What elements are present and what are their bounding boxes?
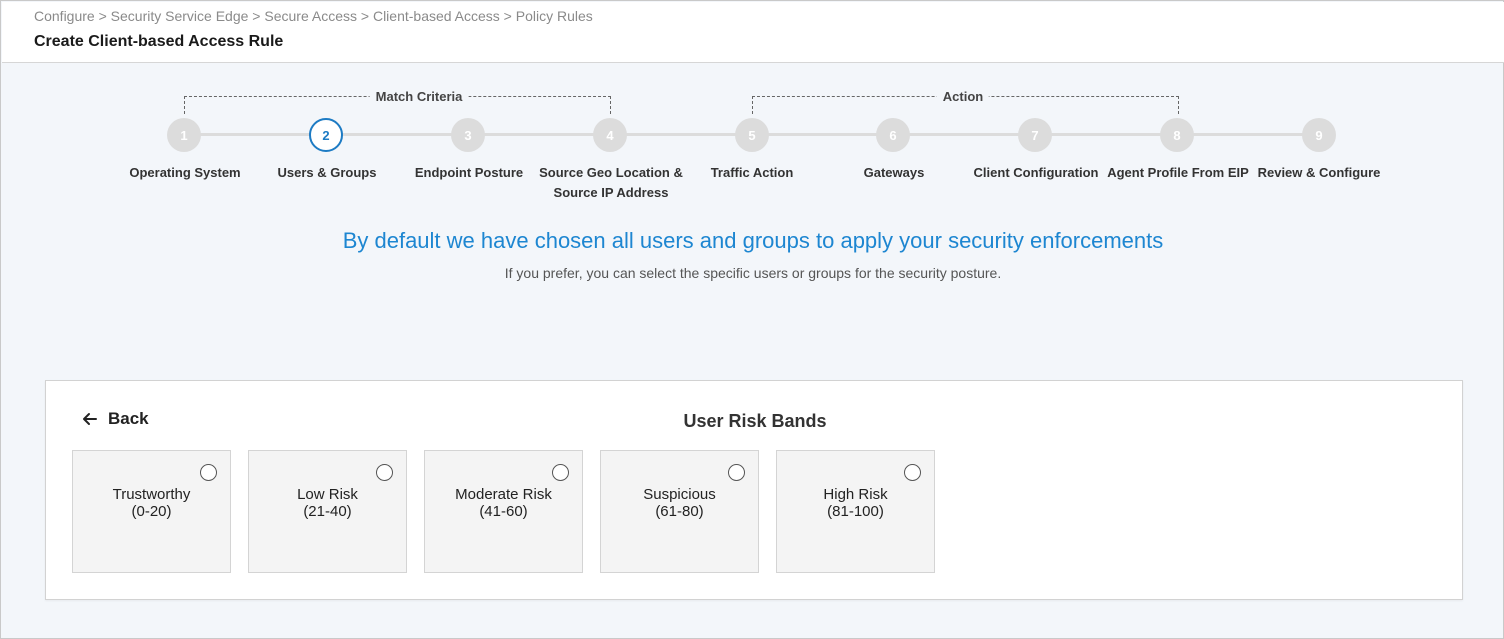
step-1-circle[interactable]: 1 [167,118,201,152]
radio-unselected-icon[interactable] [376,464,393,481]
risk-band-range: (41-60) [479,503,528,520]
step-4-circle[interactable]: 4 [593,118,627,152]
radio-unselected-icon[interactable] [200,464,217,481]
group-bracket-tick [610,96,611,114]
breadcrumb-security-service-edge[interactable]: Security Service Edge [111,8,249,24]
risk-band-range: (0-20) [131,503,172,520]
risk-band-name: High Risk [823,486,888,503]
group-label-action: Action [936,89,990,104]
risk-band-name: Suspicious [643,486,716,503]
risk-band-card-suspicious[interactable]: Suspicious (61-80) [600,450,759,573]
default-selection-headline: By default we have chosen all users and … [342,228,1164,253]
breadcrumb-separator: > [499,8,516,24]
step-7-label: Client Configuration [973,165,1099,180]
step-2-circle[interactable]: 2 [309,118,343,152]
step-6-label: Gateways [863,165,925,180]
step-7-circle[interactable]: 7 [1018,118,1052,152]
wizard-stepper: Match Criteria Action 1 2 3 4 5 6 7 8 9 … [1,63,1504,213]
radio-unselected-icon[interactable] [552,464,569,481]
risk-band-card-high-risk[interactable]: High Risk (81-100) [776,450,935,573]
risk-band-text: Low Risk (21-40) [249,486,406,520]
page-header: Configure > Security Service Edge > Secu… [2,2,1504,63]
breadcrumb-separator: > [356,8,373,24]
step-6-circle[interactable]: 6 [876,118,910,152]
group-bracket-tick [1178,96,1179,114]
step-5-circle[interactable]: 5 [735,118,769,152]
group-bracket-tick [752,96,753,114]
step-3-label: Endpoint Posture [414,165,524,180]
breadcrumb-secure-access[interactable]: Secure Access [264,8,357,24]
app-frame: Configure > Security Service Edge > Secu… [0,0,1504,639]
step-8-label: Agent Profile From EIP [1107,165,1249,180]
step-5-label: Traffic Action [710,165,794,180]
breadcrumb: Configure > Security Service Edge > Secu… [34,8,593,24]
step-4-label: Source Geo Location & Source IP Address [539,165,683,200]
risk-band-name: Moderate Risk [455,486,552,503]
step-3-circle[interactable]: 3 [451,118,485,152]
risk-band-text: Trustworthy (0-20) [73,486,230,520]
risk-band-card-low-risk[interactable]: Low Risk (21-40) [248,450,407,573]
breadcrumb-separator: > [94,8,111,24]
radio-unselected-icon[interactable] [904,464,921,481]
risk-band-card-trustworthy[interactable]: Trustworthy (0-20) [72,450,231,573]
step-8-circle[interactable]: 8 [1160,118,1194,152]
risk-band-range: (61-80) [655,503,704,520]
step-2-label: Users & Groups [277,165,377,180]
group-label-match-criteria: Match Criteria [369,89,469,104]
breadcrumb-client-based-access[interactable]: Client-based Access [373,8,500,24]
risk-band-name: Trustworthy [112,486,191,503]
risk-band-card-moderate-risk[interactable]: Moderate Risk (41-60) [424,450,583,573]
breadcrumb-policy-rules[interactable]: Policy Rules [516,8,593,24]
step-9-circle[interactable]: 9 [1302,118,1336,152]
panel-title: User Risk Bands [683,411,827,431]
breadcrumb-configure[interactable]: Configure [34,8,95,24]
risk-band-text: Suspicious (61-80) [601,486,758,520]
group-bracket-tick [184,96,185,114]
step-1-label: Operating System [129,165,241,180]
user-risk-bands-panel: Back User Risk Bands Trustworthy (0-20) … [45,380,1463,600]
radio-unselected-icon[interactable] [728,464,745,481]
risk-band-name: Low Risk [297,486,358,503]
risk-band-range: (21-40) [303,503,352,520]
default-selection-subtext: If you prefer, you can select the specif… [504,265,1002,281]
breadcrumb-separator: > [248,8,265,24]
risk-band-text: Moderate Risk (41-60) [425,486,582,520]
risk-band-text: High Risk (81-100) [777,486,934,520]
risk-band-range: (81-100) [827,503,884,520]
page-title: Create Client-based Access Rule [34,33,284,50]
risk-band-list: Trustworthy (0-20) Low Risk (21-40) Mode… [72,450,935,573]
step-9-label: Review & Configure [1257,165,1381,180]
